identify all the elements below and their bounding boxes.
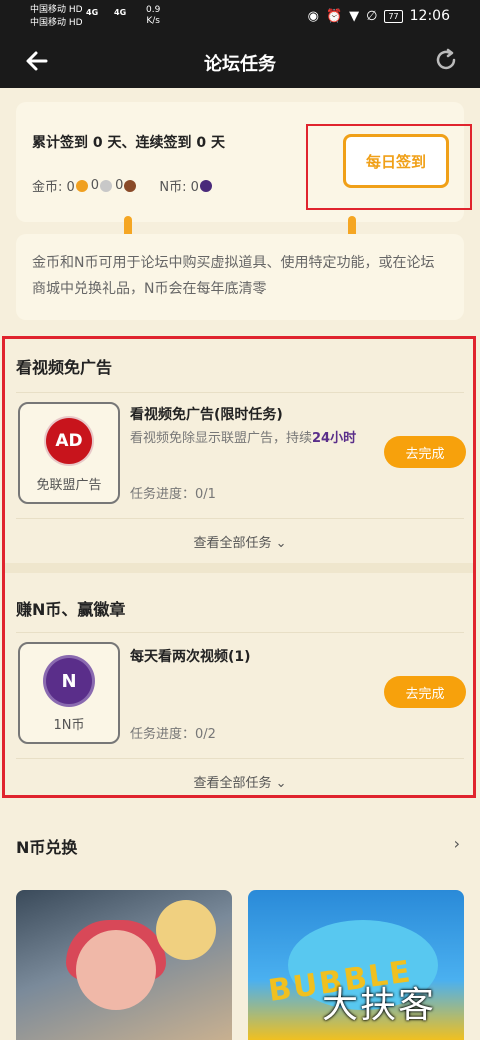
view-all-tasks-link[interactable]: 查看全部任务 ⌄: [0, 532, 480, 551]
network-1: 4G: [86, 8, 99, 17]
gold-coin-label: 金币: 0: [32, 180, 75, 195]
task-name: 看视频免广告(限时任务): [130, 407, 283, 423]
alarm-icon: ⏰: [325, 8, 343, 24]
go-complete-button[interactable]: 去完成: [384, 676, 466, 708]
reward-caption: 免联盟广告: [36, 478, 102, 493]
divider: [16, 632, 464, 633]
task-duration-highlight: 24小时: [312, 431, 357, 446]
section-separator: [5, 563, 473, 573]
silver-coin-icon: [100, 179, 113, 192]
location-icon: ▼: [349, 8, 360, 24]
n-coin-icon: [199, 179, 212, 192]
network-2: 4G: [114, 8, 127, 17]
chevron-right-icon[interactable]: ›: [454, 834, 460, 853]
reward-caption: 1N币: [53, 718, 85, 733]
task-name: 每天看两次视频(1): [130, 649, 251, 665]
watermark: 大扶客: [322, 985, 437, 1026]
n-coin-reward-icon: N 1N币: [18, 642, 120, 744]
refresh-icon[interactable]: [434, 48, 458, 72]
bronze-coin-value: 0: [115, 178, 124, 193]
coin-balances: 金币: 0 0 0 N币: 0: [32, 176, 215, 195]
exchange-item-thumbnail[interactable]: [16, 890, 232, 1040]
ad-free-reward-icon: AD 免联盟广告: [18, 402, 120, 504]
coin-info-card: 金币和N币可用于论坛中购买虚拟道具、使用特定功能，或在论坛商城中兑换礼品，N币会…: [16, 234, 464, 320]
header-bar: 论坛任务: [0, 34, 480, 88]
task-description-text: 看视频免除显示联盟广告，持续: [130, 431, 313, 446]
divider: [16, 392, 464, 393]
task-progress: 任务进度：0/1: [130, 487, 216, 502]
clock: 12:06: [409, 8, 450, 24]
status-bar: 中国移动 HD 中国移动 HD 4G 4G 0.9 K/s ◉ ⏰ ▼ ∅ 77…: [0, 0, 480, 34]
divider: [16, 758, 464, 759]
section-title-ad-free: 看视频免广告: [16, 358, 113, 377]
chevron-down-icon: ⌄: [275, 536, 287, 551]
section-title-earn-n: 赚N币、赢徽章: [16, 600, 126, 619]
net-speed-unit: K/s: [146, 16, 160, 26]
daily-sign-in-button[interactable]: 每日签到: [343, 134, 449, 188]
view-all-label: 查看全部任务: [193, 776, 272, 791]
carrier-2: 中国移动 HD: [30, 18, 83, 28]
net-speed: 0.9 K/s: [146, 5, 160, 27]
character-blonde: [156, 900, 216, 960]
n-coin-large-icon: N: [46, 658, 92, 704]
net-speed-value: 0.9: [146, 5, 161, 15]
mute-icon: ∅: [366, 8, 378, 24]
bronze-coin-icon: [124, 179, 137, 192]
eye-icon: ◉: [307, 8, 319, 24]
view-all-label: 查看全部任务: [193, 536, 272, 551]
character-face: [76, 930, 156, 1010]
ad-icon: AD: [46, 418, 92, 464]
go-complete-button[interactable]: 去完成: [384, 436, 466, 468]
exchange-title: N币兑换: [16, 838, 78, 857]
gold-coin-icon: [75, 179, 88, 192]
page-title: 论坛任务: [204, 54, 276, 75]
task-progress: 任务进度：0/2: [130, 727, 216, 742]
battery-icon: 77: [384, 9, 403, 23]
task-description: 看视频免除显示联盟广告，持续24小时: [130, 428, 380, 450]
carrier-1: 中国移动 HD: [30, 5, 83, 15]
chevron-down-icon: ⌄: [275, 776, 287, 791]
sign-summary: 累计签到 0 天、连续签到 0 天: [32, 135, 225, 151]
n-coin-label: N币: 0: [159, 180, 199, 195]
view-all-tasks-link[interactable]: 查看全部任务 ⌄: [0, 772, 480, 791]
silver-coin-value: 0: [90, 178, 100, 193]
divider: [16, 518, 464, 519]
coin-info-text: 金币和N币可用于论坛中购买虚拟道具、使用特定功能，或在论坛商城中兑换礼品，N币会…: [32, 255, 435, 297]
status-icons: ◉ ⏰ ▼ ∅ 77 12:06: [308, 8, 450, 24]
